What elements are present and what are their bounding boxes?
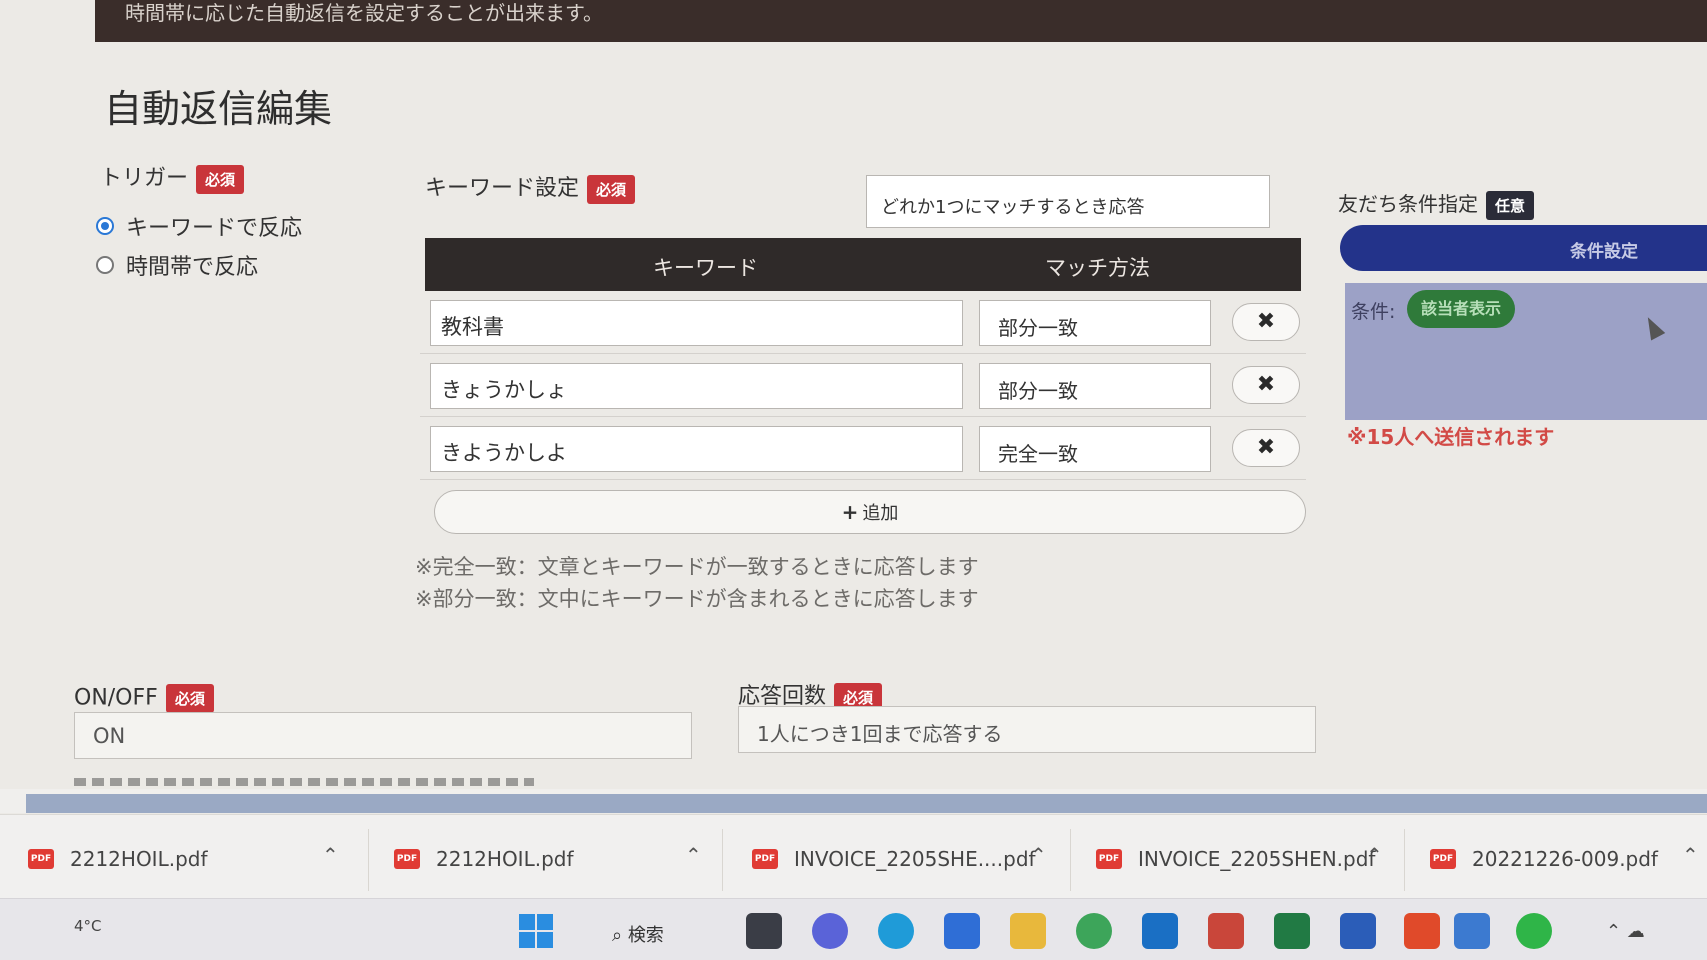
outlook-icon[interactable]	[1142, 913, 1178, 949]
task-view-icon[interactable]	[746, 913, 782, 949]
screen: 時間帯に応じた自動返信を設定することが出来ます。 自動返信編集 トリガー 必須 キ…	[0, 0, 1707, 960]
divider	[722, 829, 723, 891]
divider	[368, 829, 369, 891]
keyword-settings-text: キーワード設定	[425, 176, 580, 201]
chevron-up-icon[interactable]: ⌃	[1030, 843, 1047, 867]
delete-button[interactable]: ✖	[1232, 366, 1300, 404]
pdf-file-icon: PDF	[1430, 849, 1456, 869]
excel-icon[interactable]	[1274, 913, 1310, 949]
download-item[interactable]: PDF INVOICE_2205SHE....pdf	[752, 841, 1036, 877]
response-count-select[interactable]: 1人につき1回まで応答する	[738, 706, 1316, 753]
scrollbar-thumb[interactable]	[26, 794, 1707, 813]
chevron-up-icon[interactable]: ⌃	[1366, 843, 1383, 867]
note-partial: ※部分一致：文中にキーワードが含まれるときに応答します	[415, 587, 979, 611]
download-filename: 2212HOIL.pdf	[70, 847, 208, 871]
radio-checked-icon[interactable]	[96, 217, 114, 235]
keyword-settings-label: キーワード設定 必須	[425, 170, 636, 204]
chevron-up-icon[interactable]: ⌃	[685, 843, 702, 867]
pdf-file-icon: PDF	[394, 849, 420, 869]
search-label: 検索	[627, 925, 664, 946]
chrome-icon[interactable]	[1076, 913, 1112, 949]
top-banner: 時間帯に応じた自動返信を設定することが出来ます。	[95, 0, 1707, 42]
windows-start-icon[interactable]	[518, 913, 554, 949]
download-filename: 20221226-009.pdf	[1472, 847, 1658, 871]
radio-time[interactable]: 時間帯で反応	[96, 249, 258, 281]
download-filename: INVOICE_2205SHE....pdf	[794, 847, 1036, 871]
powerpoint-icon[interactable]	[1208, 913, 1244, 949]
condition-panel: 条件: 該当者表示	[1345, 283, 1707, 420]
notepad-icon[interactable]	[1454, 913, 1490, 949]
radio-keyword-label: キーワードで反応	[126, 216, 303, 241]
keyword-table-header: キーワード マッチ方法	[425, 238, 1301, 291]
match-mode-select[interactable]: どれか1つにマッチするとき応答	[866, 175, 1270, 228]
page-title: 自動返信編集	[104, 87, 333, 131]
downloads-bar: PDF 2212HOIL.pdf ⌃ PDF 2212HOIL.pdf ⌃ PD…	[0, 814, 1707, 899]
table-row: きようかしよ 完全一致 ✖	[420, 417, 1306, 480]
download-filename: INVOICE_2205SHEN.pdf	[1138, 847, 1376, 871]
optional-badge: 任意	[1486, 191, 1535, 220]
delete-button[interactable]: ✖	[1232, 303, 1300, 341]
cut-off-text	[74, 778, 534, 786]
system-tray-chevron-icon[interactable]: ⌃ ☁	[1606, 921, 1645, 942]
divider	[1070, 829, 1071, 891]
edge-browser-icon[interactable]	[878, 913, 914, 949]
taskbar-search[interactable]: ⌕ 検索	[612, 921, 664, 947]
column-match: マッチ方法	[1045, 256, 1150, 280]
divider	[1404, 829, 1405, 891]
pdf-file-icon: PDF	[1096, 849, 1122, 869]
delete-button[interactable]: ✖	[1232, 429, 1300, 467]
column-keyword: キーワード	[653, 256, 758, 280]
chevron-up-icon[interactable]: ⌃	[322, 843, 339, 867]
download-item[interactable]: PDF 2212HOIL.pdf	[28, 841, 208, 877]
taskbar: 4°C ⌕ 検索 ⌃ ☁	[0, 898, 1707, 960]
show-matching-button[interactable]: 該当者表示	[1407, 290, 1516, 328]
condition-label: 条件:	[1351, 301, 1396, 323]
required-badge: 必須	[165, 684, 214, 713]
add-keyword-button[interactable]: + 追加	[434, 490, 1306, 534]
radio-keyword[interactable]: キーワードで反応	[96, 210, 302, 242]
table-row: きょうかしょ 部分一致 ✖	[420, 354, 1306, 417]
required-badge: 必須	[587, 174, 636, 204]
download-item[interactable]: PDF 20221226-009.pdf	[1430, 841, 1658, 877]
chat-icon[interactable]	[812, 913, 848, 949]
condition-settings-button[interactable]: 条件設定	[1340, 225, 1707, 271]
radio-time-label: 時間帯で反応	[126, 255, 259, 280]
onoff-label-text: ON/OFF	[74, 685, 158, 711]
trigger-label-text: トリガー	[100, 166, 189, 191]
onoff-label: ON/OFF 必須	[74, 684, 214, 713]
send-count-warning: ※15人へ送信されます	[1347, 425, 1555, 449]
table-row: 教科書 部分一致 ✖	[420, 291, 1306, 354]
add-label: 追加	[862, 503, 899, 524]
trigger-label: トリガー 必須	[100, 160, 245, 194]
chevron-up-icon[interactable]: ⌃	[1682, 843, 1699, 867]
note-exact: ※完全一致：文章とキーワードが一致するときに応答します	[415, 555, 979, 579]
pdf-file-icon: PDF	[752, 849, 778, 869]
required-badge: 必須	[196, 164, 245, 194]
plus-icon: +	[841, 500, 859, 524]
pdf-file-icon: PDF	[28, 849, 54, 869]
match-select[interactable]: 部分一致	[979, 363, 1211, 409]
download-item[interactable]: PDF 2212HOIL.pdf	[394, 841, 574, 877]
keyword-input[interactable]: きようかしよ	[430, 426, 963, 472]
line-app-icon[interactable]	[1516, 913, 1552, 949]
keyword-input[interactable]: きょうかしょ	[430, 363, 963, 409]
weather-widget[interactable]: 4°C	[74, 917, 102, 935]
radio-unchecked-icon[interactable]	[96, 256, 114, 274]
store-icon[interactable]	[944, 913, 980, 949]
office-icon[interactable]	[1404, 913, 1440, 949]
word-icon[interactable]	[1340, 913, 1376, 949]
download-item[interactable]: PDF INVOICE_2205SHEN.pdf	[1096, 841, 1375, 877]
file-explorer-icon[interactable]	[1010, 913, 1046, 949]
match-select[interactable]: 完全一致	[979, 426, 1211, 472]
friend-condition-label: 友だち条件指定 任意	[1338, 188, 1535, 220]
keyword-input[interactable]: 教科書	[430, 300, 963, 346]
download-filename: 2212HOIL.pdf	[436, 847, 574, 871]
banner-text: 時間帯に応じた自動返信を設定することが出来ます。	[125, 1, 603, 25]
friend-condition-text: 友だち条件指定	[1338, 192, 1478, 216]
match-select[interactable]: 部分一致	[979, 300, 1211, 346]
onoff-select[interactable]: ON	[74, 712, 692, 759]
